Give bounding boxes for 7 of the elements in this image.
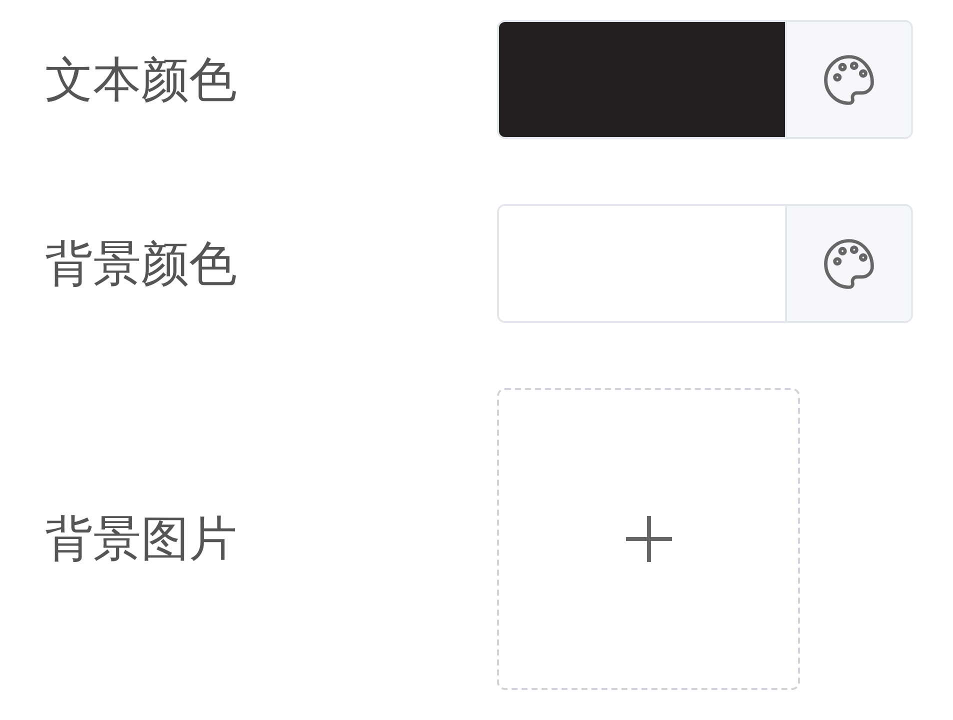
color-picker[interactable] [497, 20, 913, 139]
plus-icon [624, 514, 674, 564]
color-picker[interactable] [497, 204, 913, 323]
field-label: 背景颜色 [45, 234, 238, 294]
field-label: 文本颜色 [45, 50, 238, 110]
field-label: 背景图片 [45, 510, 238, 569]
image-upload-box[interactable] [497, 388, 800, 690]
